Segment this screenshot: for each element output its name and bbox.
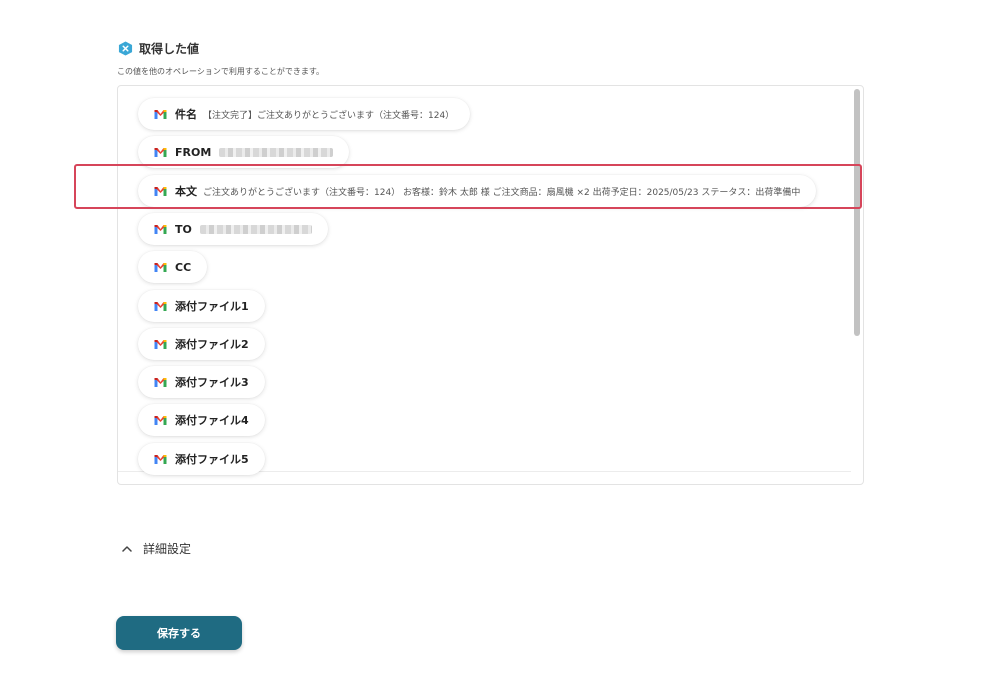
hexagon-x-icon bbox=[118, 41, 133, 56]
gmail-icon bbox=[154, 378, 167, 387]
value-chip-to[interactable]: TO bbox=[138, 213, 328, 245]
chip-label: CC bbox=[175, 260, 192, 274]
gmail-icon bbox=[154, 340, 167, 349]
chevron-up-icon bbox=[122, 545, 132, 552]
value-chip-subject[interactable]: 件名 【注文完了】ご注文ありがとうございます（注文番号：124） bbox=[138, 98, 471, 130]
value-chip-attachment-3[interactable]: 添付ファイル3 bbox=[138, 366, 265, 398]
section-title: 取得した値 bbox=[139, 42, 200, 56]
section-description: この値を他のオペレーションで利用することができます。 bbox=[117, 67, 325, 76]
chip-label: FROM bbox=[175, 145, 212, 159]
chip-label: 件名 bbox=[175, 108, 197, 121]
values-panel: 件名 【注文完了】ご注文ありがとうございます（注文番号：124） FROM 本文… bbox=[117, 85, 864, 485]
chip-label: TO bbox=[175, 222, 192, 236]
masked-value bbox=[219, 147, 334, 157]
chip-label: 添付ファイル5 bbox=[175, 453, 249, 466]
gmail-icon bbox=[154, 225, 167, 234]
section-header: 取得した値 bbox=[118, 40, 199, 57]
value-chip-attachment-1[interactable]: 添付ファイル1 bbox=[138, 290, 265, 322]
save-button[interactable]: 保存する bbox=[116, 616, 242, 650]
gmail-icon bbox=[154, 302, 167, 311]
value-chip-attachment-4[interactable]: 添付ファイル4 bbox=[138, 404, 265, 436]
value-chip-attachment-2[interactable]: 添付ファイル2 bbox=[138, 328, 265, 360]
gmail-icon bbox=[154, 263, 167, 272]
gmail-icon bbox=[154, 148, 167, 157]
scrollbar-thumb[interactable] bbox=[854, 89, 860, 336]
gmail-icon bbox=[154, 455, 167, 464]
highlight-box bbox=[74, 164, 862, 209]
chip-value: 【注文完了】ご注文ありがとうございます（注文番号：124） bbox=[203, 110, 455, 121]
chip-label: 添付ファイル4 bbox=[175, 414, 249, 427]
chip-label: 添付ファイル1 bbox=[175, 300, 249, 313]
details-label: 詳細設定 bbox=[143, 542, 192, 556]
chip-label: 添付ファイル2 bbox=[175, 338, 249, 351]
value-chip-cc[interactable]: CC bbox=[138, 251, 208, 283]
details-toggle[interactable]: 詳細設定 bbox=[121, 540, 191, 557]
gmail-icon bbox=[154, 110, 167, 119]
value-chip-attachment-5[interactable]: 添付ファイル5 bbox=[138, 443, 265, 475]
gmail-icon bbox=[154, 416, 167, 425]
masked-value bbox=[199, 224, 312, 234]
chip-label: 添付ファイル3 bbox=[175, 376, 249, 389]
